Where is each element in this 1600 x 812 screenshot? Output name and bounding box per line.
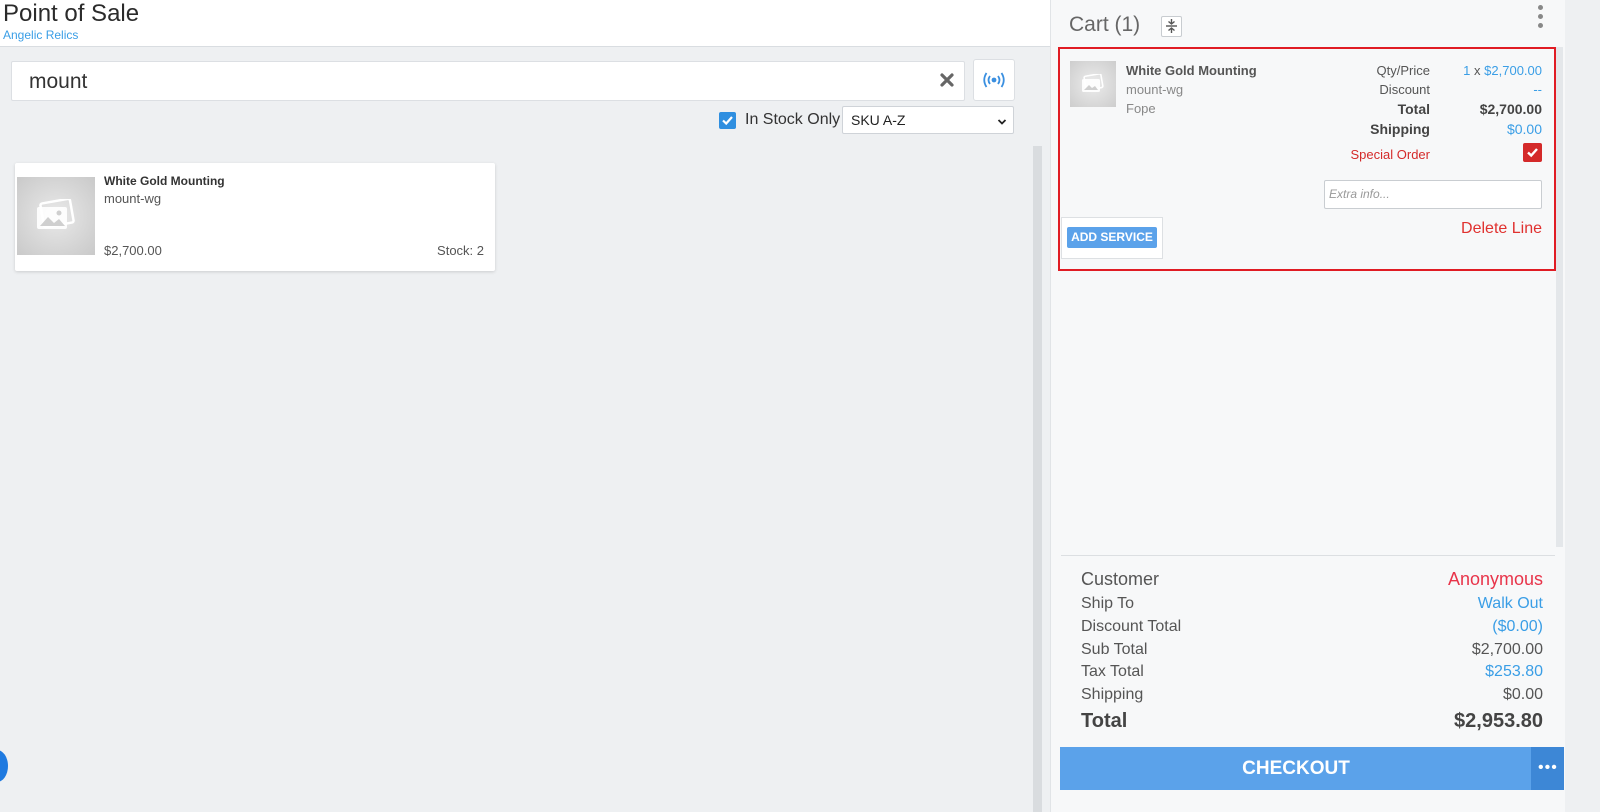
in-stock-checkbox[interactable] [719, 112, 736, 129]
qty-separator: x [1474, 63, 1481, 78]
in-stock-label[interactable]: In Stock Only [745, 111, 840, 129]
qty-price-value[interactable]: 1 x $2,700.00 [1463, 63, 1542, 78]
ship-to-value[interactable]: Walk Out [1478, 595, 1543, 613]
discount-label: Discount [1379, 82, 1430, 97]
product-card[interactable]: White Gold Mounting mount-wg $2,700.00 S… [15, 163, 495, 271]
line-item-image [1070, 61, 1116, 107]
cart-scrollbar[interactable] [1556, 47, 1563, 547]
line-total-value: $2,700.00 [1479, 101, 1542, 117]
line-shipping-value[interactable]: $0.00 [1507, 121, 1542, 137]
discount-total-value[interactable]: ($0.00) [1492, 618, 1543, 636]
line-price[interactable]: $2,700.00 [1484, 63, 1542, 78]
tax-total-label: Tax Total [1081, 663, 1144, 680]
cart-line-item: White Gold Mounting mount-wg Fope Qty/Pr… [1058, 47, 1556, 271]
image-placeholder-icon [37, 199, 75, 229]
sort-value: SKU A-Z [851, 112, 906, 128]
line-qty[interactable]: 1 [1463, 63, 1470, 78]
scan-button[interactable] [973, 59, 1015, 101]
total-label: Total [1081, 710, 1128, 732]
line-item-sku: mount-wg [1126, 82, 1184, 97]
discount-value[interactable]: -- [1533, 82, 1542, 97]
chevron-down-icon [997, 114, 1007, 132]
sort-select[interactable]: SKU A-Z [842, 106, 1014, 134]
qty-price-label: Qty/Price [1376, 63, 1430, 78]
customer-value[interactable]: Anonymous [1448, 569, 1543, 590]
product-price: $2,700.00 [104, 243, 162, 258]
discount-total-label: Discount Total [1081, 618, 1182, 635]
cart-title: Cart (1) [1069, 13, 1141, 36]
page-title: Point of Sale [3, 0, 140, 27]
special-order-label: Special Order [1350, 147, 1430, 162]
line-total-label: Total [1397, 101, 1430, 117]
sub-total-label: Sub Total [1081, 641, 1148, 658]
store-name-link[interactable]: Angelic Relics [3, 28, 78, 42]
shipping-label: Shipping [1081, 686, 1144, 703]
more-vertical-icon[interactable] [1538, 5, 1544, 31]
check-icon [722, 116, 733, 126]
checkout-button[interactable]: CHECKOUT [1060, 747, 1532, 790]
extra-info-input[interactable]: Extra info... [1324, 180, 1542, 209]
product-image [17, 177, 95, 255]
help-bubble[interactable] [0, 750, 8, 782]
product-stock: Stock: 2 [437, 243, 484, 258]
product-name: White Gold Mounting [104, 174, 225, 188]
ship-to-label: Ship To [1081, 595, 1135, 612]
add-service-button[interactable]: ADD SERVICE [1067, 227, 1157, 248]
collapse-icon [1166, 19, 1177, 33]
delete-line-link[interactable]: Delete Line [1461, 220, 1542, 238]
add-service-container: ADD SERVICE [1061, 217, 1163, 259]
total-value: $2,953.80 [1454, 710, 1543, 732]
line-item-brand: Fope [1126, 101, 1156, 116]
line-shipping-label: Shipping [1370, 121, 1430, 137]
more-horizontal-icon: ••• [1538, 759, 1558, 776]
checkout-more-button[interactable]: ••• [1531, 747, 1564, 790]
search-value: mount [29, 70, 88, 93]
collapse-button[interactable] [1161, 16, 1182, 37]
summary-divider [1061, 555, 1555, 556]
image-placeholder-icon [1082, 74, 1104, 92]
tax-total-value[interactable]: $253.80 [1485, 663, 1543, 681]
line-item-name: White Gold Mounting [1126, 63, 1257, 78]
shipping-value: $0.00 [1502, 686, 1543, 703]
sub-total-value: $2,700.00 [1471, 641, 1543, 658]
product-grid-scrollbar[interactable] [1033, 146, 1042, 812]
close-icon[interactable] [936, 69, 958, 91]
search-input[interactable]: mount [11, 61, 965, 101]
extra-info-placeholder: Extra info... [1329, 187, 1390, 201]
product-sku: mount-wg [104, 191, 162, 206]
check-icon [1527, 148, 1538, 158]
top-header: Point of Sale Angelic Relics [0, 0, 1050, 47]
customer-label: Customer [1081, 569, 1160, 589]
cart-panel: Cart (1) White Gold Mounting mount-wg Fo… [1050, 0, 1565, 812]
special-order-checkbox[interactable] [1523, 143, 1542, 162]
